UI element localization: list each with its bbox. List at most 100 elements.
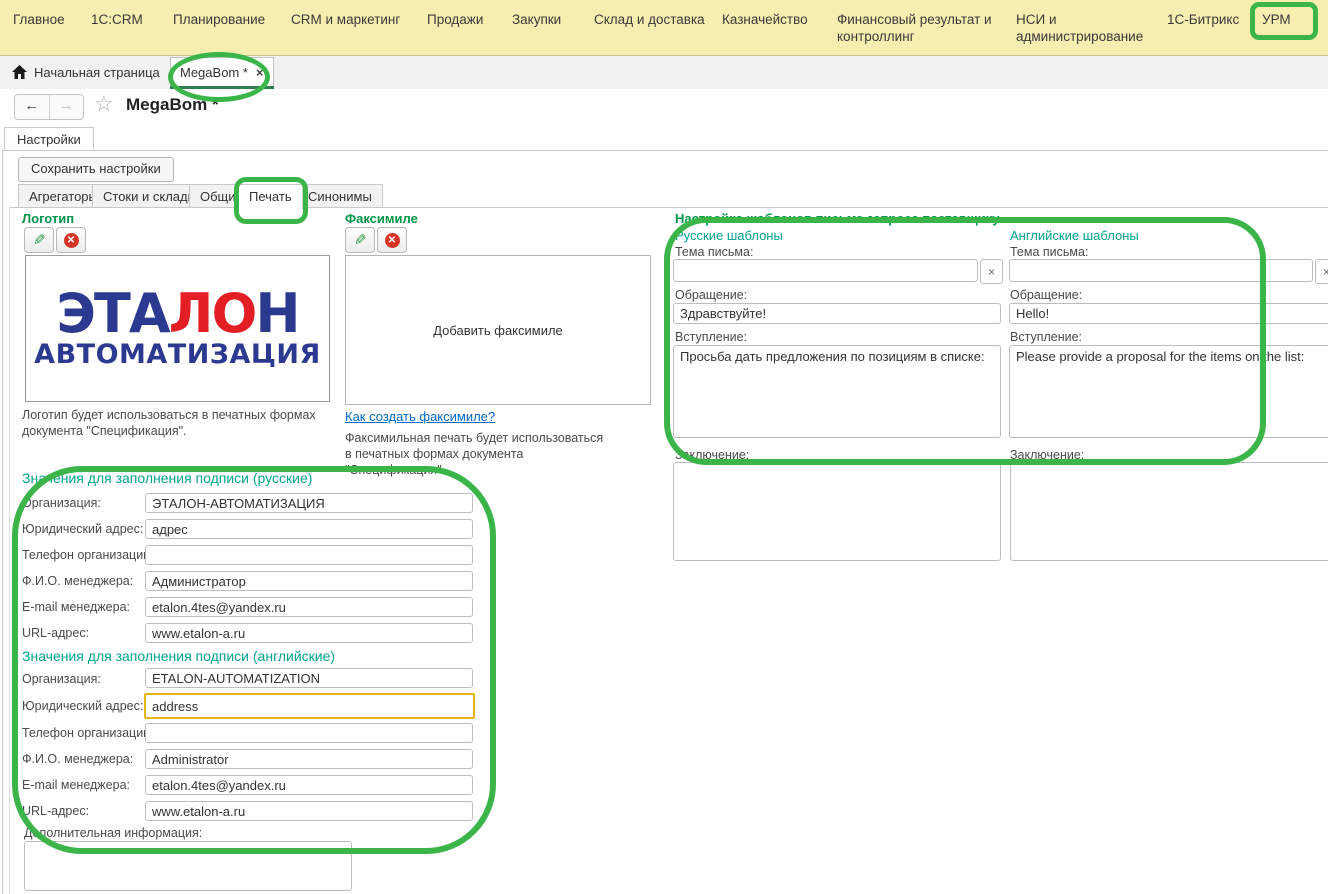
ru-url-label: URL-адрес: xyxy=(22,626,89,640)
ru-address-label: Юридический адрес: xyxy=(22,522,143,536)
en-url-label: URL-адрес: xyxy=(22,804,89,818)
ru-intro-label: Вступление: xyxy=(675,330,747,344)
ru-org-input[interactable] xyxy=(145,493,473,513)
save-settings-button[interactable]: Сохранить настройки xyxy=(18,157,174,182)
en-url-input[interactable] xyxy=(145,801,473,821)
ru-greeting-input[interactable] xyxy=(673,303,1001,324)
en-subject-input[interactable] xyxy=(1009,259,1313,282)
menu-item-urm[interactable]: УРМ xyxy=(1262,11,1291,28)
tab-nastroyki[interactable]: Настройки xyxy=(4,127,94,151)
ru-subject-input[interactable] xyxy=(673,259,978,282)
subtab-panel-border xyxy=(9,207,1328,208)
logo-word-etalon: ЭТАЛОН xyxy=(56,288,298,340)
ru-conclusion-textarea[interactable] xyxy=(673,462,1001,561)
en-subject-label: Тема письма: xyxy=(1010,245,1088,259)
en-org-label: Организация: xyxy=(22,672,101,686)
en-address-label: Юридический адрес: xyxy=(22,699,143,713)
tab-megabom-label: MegaBom * xyxy=(171,65,248,80)
en-subject-clear-button[interactable]: × xyxy=(1315,259,1328,284)
home-icon[interactable] xyxy=(11,64,28,83)
subtab-panel-left-border xyxy=(9,207,10,894)
en-conclusion-label: Заключение: xyxy=(1010,448,1084,462)
fax-placeholder-box[interactable]: Добавить факсимиле xyxy=(345,255,651,405)
templates-en-title: Английские шаблоны xyxy=(1010,228,1139,243)
templates-ru-title: Русские шаблоны xyxy=(675,228,783,243)
tab-home-page[interactable]: Начальная страница xyxy=(34,65,160,80)
ru-manager-label: Ф.И.О. менеджера: xyxy=(22,574,133,588)
fax-delete-button[interactable]: ✕ xyxy=(377,227,407,253)
delete-icon: ✕ xyxy=(385,233,400,248)
logo-caption: Логотип будет использоваться в печатных … xyxy=(22,407,338,439)
ru-conclusion-label: Заключение: xyxy=(675,448,749,462)
en-conclusion-textarea[interactable] xyxy=(1010,462,1328,561)
menu-item-crm-marketing[interactable]: CRM и маркетинг xyxy=(291,11,400,28)
fax-edit-button[interactable]: ✎ xyxy=(345,227,375,253)
menu-item-prodazhi[interactable]: Продажи xyxy=(427,11,483,28)
window-tabbar: Начальная страница MegaBom * × xyxy=(0,56,1328,90)
pencil-icon: ✎ xyxy=(33,231,46,249)
en-manager-input[interactable] xyxy=(145,749,473,769)
menu-item-bitrix[interactable]: 1С-Битрикс xyxy=(1167,11,1239,28)
ru-url-input[interactable] xyxy=(145,623,473,643)
menu-item-finrezultat[interactable]: Финансовый результат и контроллинг xyxy=(837,11,1009,45)
signature-en-title: Значения для заполнения подписи (английс… xyxy=(22,648,335,664)
fax-howto-link[interactable]: Как создать факсимиле? xyxy=(345,409,495,424)
page-title: MegaBom * xyxy=(126,95,219,115)
signature-ru-title: Значения для заполнения подписи (русские… xyxy=(22,470,312,486)
en-manager-label: Ф.И.О. менеджера: xyxy=(22,752,133,766)
back-arrow-icon[interactable]: ← xyxy=(15,95,50,119)
ru-manager-input[interactable] xyxy=(145,571,473,591)
logo-image: ЭТАЛОН АВТОМАТИЗАЦИЯ xyxy=(25,255,330,402)
tab-close-icon[interactable]: × xyxy=(256,65,264,80)
fax-caption: Факсимильная печать будет использоваться… xyxy=(345,430,605,478)
logo-edit-button[interactable]: ✎ xyxy=(24,227,54,253)
en-greeting-input[interactable] xyxy=(1009,303,1328,324)
ru-greeting-label: Обращение: xyxy=(675,288,747,302)
history-nav-group: ← → xyxy=(14,94,84,120)
ru-intro-textarea[interactable]: Просьба дать предложения по позициям в с… xyxy=(673,345,1001,438)
en-address-input-focused[interactable] xyxy=(144,693,475,719)
en-greeting-label: Обращение: xyxy=(1010,288,1082,302)
nav-row: ← → ☆ MegaBom * xyxy=(0,89,1328,123)
ru-email-label: E-mail менеджера: xyxy=(22,600,130,614)
logo-word-avtomatizaciya: АВТОМАТИЗАЦИЯ xyxy=(34,340,321,370)
menu-item-nsi[interactable]: НСИ и администрирование xyxy=(1016,11,1151,45)
ru-email-input[interactable] xyxy=(145,597,473,617)
en-email-input[interactable] xyxy=(145,775,473,795)
panel-top-border xyxy=(2,150,1328,151)
section-menubar: Главное 1С:CRM Планирование CRM и маркет… xyxy=(0,0,1328,56)
menu-item-1c-crm[interactable]: 1С:CRM xyxy=(91,11,143,28)
menu-item-sklad[interactable]: Склад и доставка xyxy=(594,11,705,28)
menu-item-planirovanie[interactable]: Планирование xyxy=(173,11,265,28)
en-intro-textarea[interactable]: Please provide a proposal for the items … xyxy=(1009,345,1328,438)
fax-placeholder-text: Добавить факсимиле xyxy=(433,323,563,338)
ru-phone-input[interactable] xyxy=(145,545,473,565)
templates-section-title: Настройка шаблонов письма запроса постав… xyxy=(675,211,999,226)
ru-subject-label: Тема письма: xyxy=(675,245,753,259)
ru-address-input[interactable] xyxy=(145,519,473,539)
ru-subject-clear-button[interactable]: × xyxy=(980,259,1003,284)
favorite-star-icon[interactable]: ☆ xyxy=(94,91,114,117)
en-phone-input[interactable] xyxy=(145,723,473,743)
en-org-input[interactable] xyxy=(145,668,473,688)
en-phone-label: Телефон организации: xyxy=(22,726,154,740)
additional-info-textarea[interactable] xyxy=(24,841,352,891)
fax-section-title: Факсимиле xyxy=(345,211,418,226)
logo-delete-button[interactable]: ✕ xyxy=(56,227,86,253)
en-intro-label: Вступление: xyxy=(1010,330,1082,344)
panel-left-border xyxy=(2,150,3,894)
additional-info-label: Дополнительная информация: xyxy=(24,826,202,840)
ru-phone-label: Телефон организации: xyxy=(22,548,154,562)
delete-icon: ✕ xyxy=(64,233,79,248)
ru-org-label: Организация: xyxy=(22,496,101,510)
pencil-icon: ✎ xyxy=(354,231,367,249)
subtab-pechat[interactable]: Печать xyxy=(238,184,303,209)
forward-arrow-icon[interactable]: → xyxy=(50,95,84,119)
en-email-label: E-mail менеджера: xyxy=(22,778,130,792)
app-window: Главное 1С:CRM Планирование CRM и маркет… xyxy=(0,0,1328,894)
menu-item-kaznacheystvo[interactable]: Казначейство xyxy=(722,11,808,28)
tab-megabom[interactable]: MegaBom * × xyxy=(170,57,274,87)
menu-item-zakupki[interactable]: Закупки xyxy=(512,11,561,28)
menu-item-glavnoe[interactable]: Главное xyxy=(13,11,65,28)
subtab-sinonimy[interactable]: Синонимы xyxy=(297,184,383,208)
